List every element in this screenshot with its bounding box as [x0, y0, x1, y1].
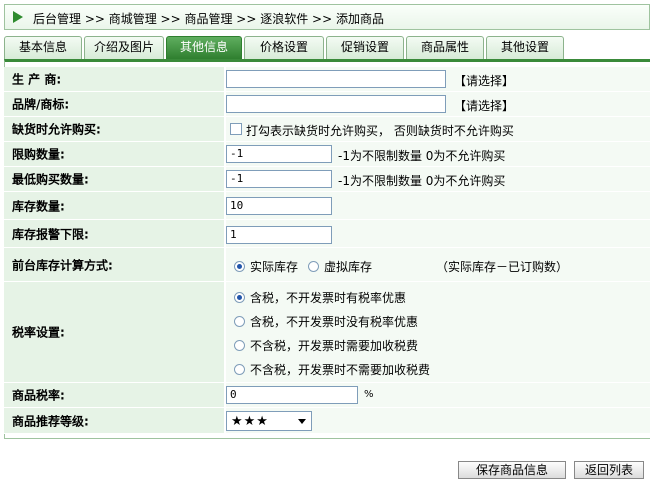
- breadcrumb: 后台管理 >> 商城管理 >> 商品管理 >> 逐浪软件 >> 添加商品: [33, 12, 384, 26]
- stock-calc-option-virtual: 虚拟库存: [324, 260, 373, 274]
- maker-input[interactable]: [226, 70, 446, 88]
- limit-qty-label: 限购数量:: [12, 147, 65, 162]
- tab-other-settings[interactable]: 其他设置: [486, 36, 564, 59]
- stock-calc-label: 前台库存计算方式:: [12, 258, 113, 272]
- tax-option-3: 不含税，开发票时需要加收税费: [250, 339, 419, 353]
- row-tax: 税率设置: 含税，不开发票时有税率优惠 含税，不开发票时没有税率优惠 不含税，开…: [4, 282, 650, 383]
- stock-calc-radio-actual[interactable]: [234, 261, 245, 272]
- row-tax-rate: 商品税率: 0 %: [4, 383, 650, 408]
- min-qty-hint: -1为不限制数量 0为不允许购买: [338, 174, 506, 188]
- recommend-value: ★★★: [231, 414, 269, 429]
- maker-label: 生 产 商:: [12, 72, 62, 87]
- stock-label: 库存数量:: [12, 199, 65, 213]
- back-to-list-button[interactable]: 返回列表: [574, 461, 644, 479]
- maker-select-link[interactable]: 【请选择】: [454, 72, 514, 89]
- save-product-button[interactable]: 保存商品信息: [458, 461, 566, 479]
- row-stock-alert: 库存报警下限: 1: [4, 220, 650, 248]
- stock-input[interactable]: 10: [226, 197, 332, 215]
- brand-label: 品牌/商标:: [12, 97, 70, 112]
- tax-rate-unit: %: [364, 389, 374, 400]
- tax-option-4: 不含税，开发票时不需要加收税费: [250, 363, 431, 377]
- play-arrow-icon: [13, 11, 23, 23]
- min-qty-input[interactable]: -1: [226, 170, 332, 188]
- recommend-label: 商品推荐等级:: [12, 414, 89, 428]
- row-min-qty: 最低购买数量: -1 -1为不限制数量 0为不允许购买: [4, 167, 650, 192]
- tax-radio-3[interactable]: [234, 340, 245, 351]
- tab-product-attributes[interactable]: 商品属性: [406, 36, 484, 59]
- tab-promotion-settings[interactable]: 促销设置: [326, 36, 404, 59]
- tax-radio-2[interactable]: [234, 316, 245, 327]
- stockout-label: 缺货时允许购买:: [12, 122, 101, 137]
- brand-input[interactable]: [226, 95, 446, 113]
- tax-label: 税率设置:: [12, 325, 65, 340]
- tax-option-2: 含税，不开发票时没有税率优惠: [250, 315, 419, 329]
- row-stockout: 缺货时允许购买: 打勾表示缺货时允许购买， 否则缺货时不允许购买: [4, 117, 650, 142]
- stock-alert-input[interactable]: 1: [226, 226, 332, 244]
- row-recommend: 商品推荐等级: ★★★: [4, 408, 650, 434]
- stockout-hint: 打勾表示缺货时允许购买， 否则缺货时不允许购买: [246, 124, 514, 138]
- stockout-checkbox[interactable]: [230, 123, 242, 135]
- chevron-down-icon: [298, 419, 306, 424]
- tax-rate-label: 商品税率:: [12, 388, 65, 403]
- row-stock: 库存数量: 10: [4, 192, 650, 220]
- tax-radio-1[interactable]: [234, 292, 245, 303]
- row-stock-calc: 前台库存计算方式: 实际库存 虚拟库存 （实际库存－已订购数）: [4, 248, 650, 282]
- tab-other-info[interactable]: 其他信息: [166, 36, 242, 59]
- tab-price-settings[interactable]: 价格设置: [244, 36, 324, 59]
- tab-basic-info[interactable]: 基本信息: [4, 36, 82, 59]
- tax-radio-4[interactable]: [234, 364, 245, 375]
- breadcrumb-bar: 后台管理 >> 商城管理 >> 商品管理 >> 逐浪软件 >> 添加商品: [4, 4, 650, 30]
- stock-calc-note: （实际库存－已订购数）: [436, 260, 569, 274]
- limit-qty-hint: -1为不限制数量 0为不允许购买: [338, 149, 506, 163]
- recommend-select[interactable]: ★★★: [226, 411, 312, 431]
- row-maker: 生 产 商: 【请选择】: [4, 67, 650, 92]
- tab-intro-images[interactable]: 介绍及图片: [84, 36, 164, 59]
- tab-bar: 基本信息 介绍及图片 其他信息 价格设置 促销设置 商品属性 其他设置: [4, 36, 650, 59]
- tax-option-1: 含税，不开发票时有税率优惠: [250, 291, 407, 305]
- stock-alert-label: 库存报警下限:: [12, 227, 89, 241]
- brand-select-link[interactable]: 【请选择】: [454, 97, 514, 114]
- limit-qty-input[interactable]: -1: [226, 145, 332, 163]
- row-limit-qty: 限购数量: -1 -1为不限制数量 0为不允许购买: [4, 142, 650, 167]
- stock-calc-option-actual: 实际库存: [250, 260, 299, 274]
- tax-rate-input[interactable]: 0: [226, 386, 358, 404]
- min-qty-label: 最低购买数量:: [12, 172, 89, 187]
- stock-calc-radio-virtual[interactable]: [308, 261, 319, 272]
- row-brand: 品牌/商标: 【请选择】: [4, 92, 650, 117]
